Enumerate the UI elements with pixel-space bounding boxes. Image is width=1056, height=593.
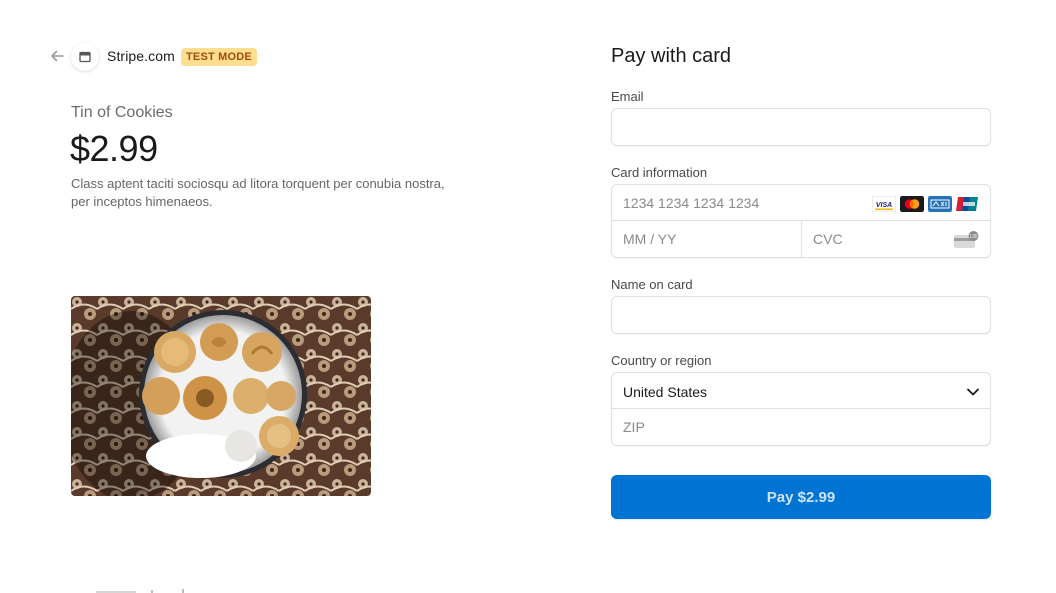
visa-icon: VISA xyxy=(872,196,896,212)
country-label: Country or region xyxy=(611,353,712,368)
name-on-card-label: Name on card xyxy=(611,277,693,292)
email-label: Email xyxy=(611,89,644,104)
svg-text:135: 135 xyxy=(969,234,978,240)
test-mode-badge: TEST MODE xyxy=(181,48,257,66)
email-field-wrapper xyxy=(611,108,991,146)
card-cvc-input[interactable] xyxy=(813,221,943,257)
cvc-card-icon: 135 xyxy=(954,231,979,248)
product-description: Class aptent taciti sociosqu ad litora t… xyxy=(71,176,445,209)
store-logo[interactable] xyxy=(71,43,99,71)
name-on-card-input[interactable] xyxy=(624,297,974,333)
card-number-input[interactable] xyxy=(623,185,863,221)
card-expiry-cvc-row: 135 xyxy=(612,221,990,257)
store-icon xyxy=(79,51,91,63)
product-image xyxy=(71,296,371,496)
payment-pane: Pay with card Email Card information VIS… xyxy=(531,0,1056,593)
expiry-cvc-divider xyxy=(801,221,802,257)
form-title: Pay with card xyxy=(611,45,732,67)
card-number-row: VISA xyxy=(612,185,990,221)
mastercard-icon xyxy=(900,196,924,212)
name-field-wrapper xyxy=(611,296,991,334)
order-summary-pane: Stripe.com TEST MODE Tin of Cookies $2.9… xyxy=(0,0,531,593)
svg-text:VISA: VISA xyxy=(876,202,892,209)
store-name[interactable]: Stripe.com xyxy=(107,48,175,64)
card-expiry-input[interactable] xyxy=(623,221,793,257)
product-price: $2.99 xyxy=(70,128,158,169)
pay-button[interactable]: Pay $2.99 xyxy=(611,475,991,519)
email-input[interactable] xyxy=(624,109,974,145)
back-arrow-icon[interactable] xyxy=(48,47,66,65)
amex-icon xyxy=(928,196,952,212)
footer-links-fragment xyxy=(96,589,184,593)
zip-input[interactable] xyxy=(623,409,973,445)
card-information-group: VISA xyxy=(611,184,991,258)
country-selected-value: United States xyxy=(623,384,708,400)
chevron-down-icon xyxy=(967,388,979,396)
country-select[interactable]: United States xyxy=(612,373,990,409)
card-information-label: Card information xyxy=(611,165,708,180)
country-zip-group: United States xyxy=(611,372,991,446)
product-name: Tin of Cookies xyxy=(71,104,173,121)
unionpay-icon xyxy=(956,196,980,212)
